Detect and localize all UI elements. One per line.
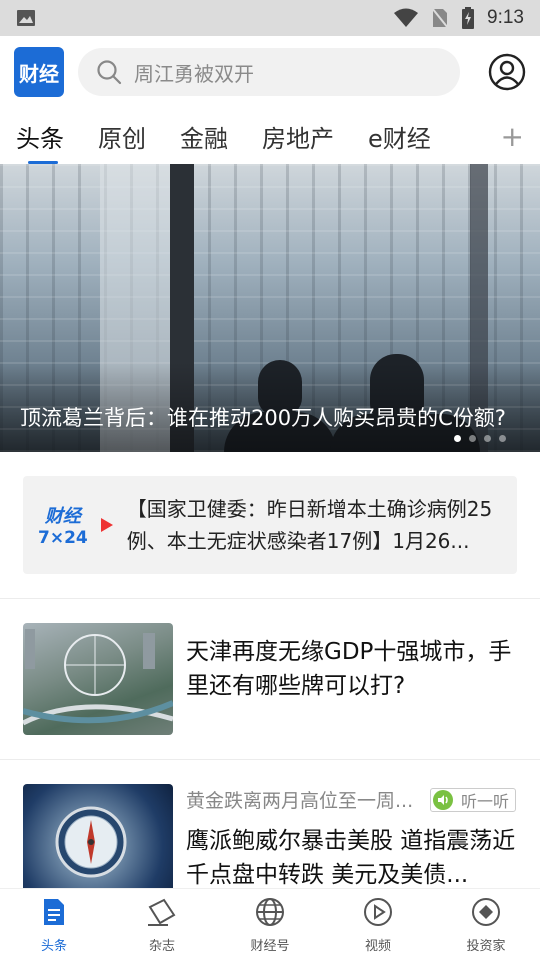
carousel-dot[interactable] (484, 435, 491, 442)
article-subtitle: 黄金跌离两月高位至一周... (186, 790, 414, 812)
speaker-icon (432, 789, 453, 810)
headline-banner[interactable]: 顶流葛兰背后：谁在推动200万人购买昂贵的C份额? (0, 164, 540, 452)
logo-text: 财经 (19, 61, 59, 86)
carousel-dot[interactable] (499, 435, 506, 442)
tab-headlines[interactable]: 头条 (16, 119, 64, 164)
news-7x24-badge: 财经 7×24 (37, 502, 89, 548)
news-7x24-card[interactable]: 财经 7×24 【国家卫健委：昨日新增本土确诊病例25例、本土无症状感染者17例… (23, 476, 517, 574)
status-bar: 9:13 (0, 0, 540, 36)
search-icon (97, 60, 122, 85)
search-bar[interactable]: 周江勇被双开 (78, 48, 460, 96)
news-7x24-text: 【国家卫健委：昨日新增本土确诊病例25例、本土无症状感染者17例】1月26... (126, 497, 493, 553)
add-tab-icon[interactable]: + (501, 120, 524, 153)
battery-charging-icon (462, 7, 475, 29)
play-arrow-icon (100, 518, 113, 532)
ferris-wheel-image (23, 629, 173, 726)
status-right: 9:13 (393, 7, 524, 29)
nav-label: 投资家 (466, 939, 506, 954)
listen-button[interactable]: 听一听 (429, 787, 516, 812)
divider (0, 598, 540, 599)
nav-magazine[interactable]: 杂志 (108, 889, 216, 960)
carousel-dot[interactable] (454, 435, 461, 442)
carousel-dot[interactable] (469, 435, 476, 442)
play-circle-icon (361, 895, 395, 929)
nav-finance-accounts[interactable]: 财经号 (216, 889, 324, 960)
magazine-icon (145, 895, 179, 929)
user-icon (488, 53, 526, 91)
tab-finance[interactable]: 金融 (180, 119, 228, 154)
banner-title: 顶流葛兰背后：谁在推动200万人购买昂贵的C份额? (20, 406, 506, 430)
carousel-dots (454, 435, 506, 442)
nav-label: 头条 (40, 939, 67, 954)
app-header: 财经 周江勇被双开 (0, 36, 540, 108)
nav-headlines[interactable]: 头条 (0, 889, 108, 960)
category-tabs: 头条 原创 金融 房地产 e财经 + (0, 108, 540, 164)
tabs-fade: + (470, 108, 540, 164)
tab-original[interactable]: 原创 (98, 119, 146, 154)
search-placeholder: 周江勇被双开 (134, 61, 254, 86)
article-meta-row: 黄金跌离两月高位至一周... 听一听 (186, 786, 516, 813)
globe-icon (253, 895, 287, 929)
status-time: 9:13 (487, 7, 524, 28)
nav-label: 杂志 (148, 939, 175, 954)
divider (0, 759, 540, 760)
tab-e-finance[interactable]: e财经 (368, 119, 431, 154)
wifi-icon (394, 8, 419, 27)
badge-7x24: 7×24 (38, 528, 88, 548)
article-thumbnail[interactable] (23, 784, 173, 896)
nav-video[interactable]: 视频 (324, 889, 432, 960)
compass-image (55, 806, 127, 878)
status-left (16, 9, 36, 27)
tab-real-estate[interactable]: 房地产 (262, 119, 334, 154)
document-icon (37, 895, 71, 929)
no-sim-icon (431, 7, 449, 29)
bottom-navigation: 头条 杂志 财经号 视频 投资家 (0, 888, 540, 960)
nav-investors[interactable]: 投资家 (432, 889, 540, 960)
listen-label: 听一听 (460, 791, 509, 811)
article-thumbnail[interactable] (23, 623, 173, 735)
diamond-icon (469, 895, 503, 929)
image-notification-icon (17, 10, 35, 26)
nav-label: 视频 (364, 939, 391, 954)
app-logo[interactable]: 财经 (14, 47, 64, 97)
nav-label: 财经号 (250, 939, 290, 954)
badge-brand: 财经 (44, 506, 81, 527)
article-title[interactable]: 天津再度无缘GDP十强城市，手里还有哪些牌可以打? (186, 635, 516, 703)
article-title[interactable]: 鹰派鲍威尔暴击美股 道指震荡近千点盘中转跌 美元及美债... (186, 824, 516, 892)
user-profile-button[interactable] (488, 53, 526, 91)
